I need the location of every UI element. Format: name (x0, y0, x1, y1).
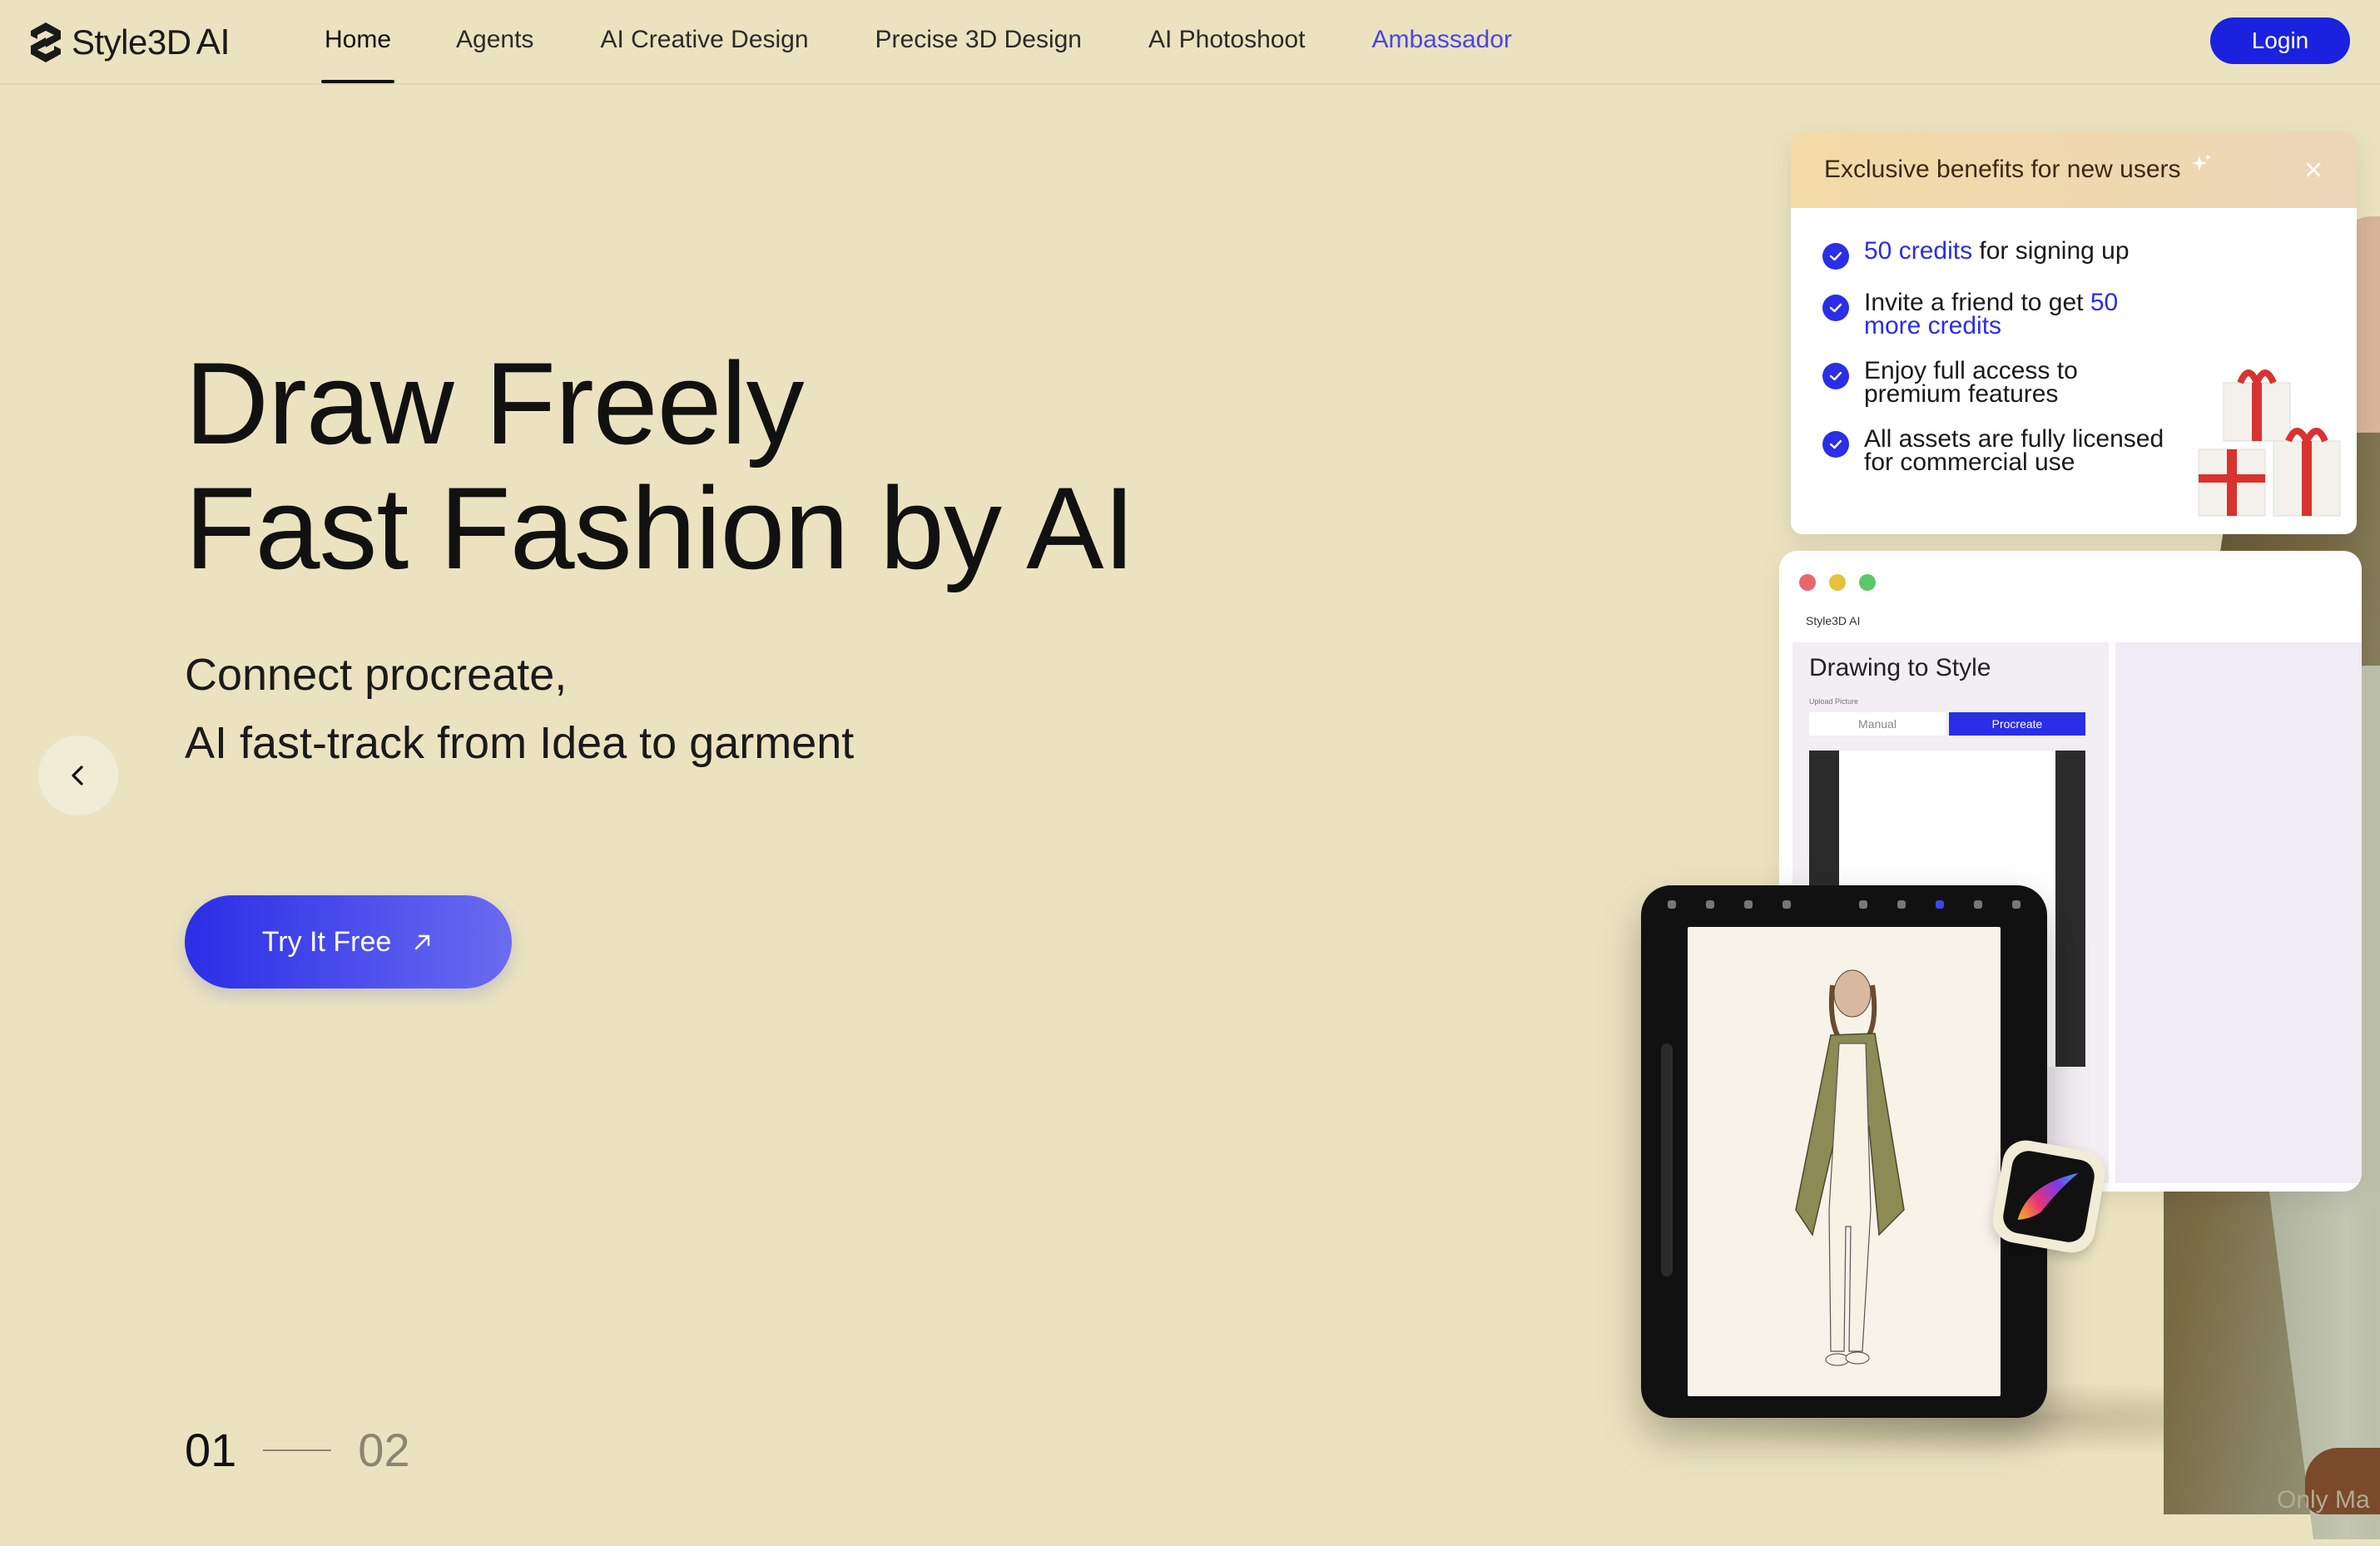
pager-next[interactable]: 02 (358, 1423, 409, 1477)
top-bar: Style3D AI Home Agents AI Creative Design… (0, 0, 2380, 85)
nav-precise-3d-design[interactable]: Precise 3D Design (875, 0, 1082, 85)
pager-divider (263, 1449, 332, 1451)
check-icon (1822, 295, 1849, 321)
check-icon (1822, 243, 1849, 270)
previous-slide-button[interactable] (38, 736, 118, 815)
benefit-item: All assets are fully licensed for commer… (1822, 425, 2180, 476)
benefit-text: 50 credits for signing up (1864, 237, 2130, 265)
try-it-free-label: Try It Free (261, 925, 392, 958)
procreate-app-icon (1989, 1137, 2109, 1256)
app-logo: Style3D AI (1806, 614, 1861, 627)
fashion-sketch (1795, 969, 1905, 1366)
window-minimize-dot (1829, 574, 1846, 591)
hero-title-line-2: Fast Fashion by AI (185, 463, 1135, 593)
app-right-panel (2115, 642, 2362, 1183)
app-heading: Drawing to Style (1809, 654, 1991, 681)
logo-mark-icon (31, 22, 61, 62)
nav-home[interactable]: Home (320, 0, 395, 85)
login-button[interactable]: Login (2210, 17, 2350, 64)
gift-icon (2198, 369, 2341, 517)
page: Style3D AI Home Agents AI Creative Design… (0, 0, 2380, 1546)
tablet-toolbar (1668, 900, 2021, 914)
pager-current[interactable]: 01 (185, 1423, 236, 1477)
footer-hint-text: Only Ma (2277, 1486, 2370, 1514)
logo[interactable]: Style3D AI (28, 18, 231, 67)
sparkle-icon (2191, 154, 2211, 171)
procreate-logo-glyph (2017, 1172, 2079, 1220)
benefit-text: Invite a friend to get 50 more credits (1864, 289, 2119, 339)
app-tabs: Manual Procreate (1809, 712, 2085, 736)
hero-subtitle-line-1: Connect procreate, (185, 650, 568, 700)
benefit-item: 50 credits for signing up (1822, 237, 2180, 270)
benefit-list: 50 credits for signing up Invite a frien… (1822, 237, 2180, 496)
tablet-side-tools (1661, 1043, 1673, 1276)
slide-pager: 01 02 (185, 1423, 410, 1477)
new-user-benefits-popup: Exclusive benefits for new users 50 cred… (1791, 131, 2357, 534)
tablet-mockup (1641, 885, 2047, 1418)
check-icon (1822, 363, 1849, 389)
arrow-up-right-icon (415, 934, 430, 950)
window-maximize-dot (1859, 574, 1876, 591)
nav-ai-photoshoot[interactable]: AI Photoshoot (1148, 0, 1305, 85)
chevron-left-icon (72, 766, 83, 785)
tablet-canvas (1688, 927, 2001, 1396)
close-icon[interactable] (2300, 156, 2327, 183)
app-upload-label: Upload Picture (1809, 697, 1859, 706)
benefit-item: Invite a friend to get 50 more credits (1822, 289, 2180, 339)
benefits-title: Exclusive benefits for new users (1824, 156, 2181, 183)
benefit-item: Enjoy full access to premium features (1822, 357, 2180, 408)
nav-ambassador[interactable]: Ambassador (1371, 0, 1511, 85)
benefits-header: Exclusive benefits for new users (1791, 131, 2357, 208)
hero-title: Draw Freely Fast Fashion by AI (185, 338, 1135, 593)
hero-subtitle: Connect procreate, AI fast-track from Id… (185, 641, 854, 777)
main-nav: Home Agents AI Creative Design Precise 3… (320, 0, 1512, 85)
app-tab-procreate: Procreate (1949, 712, 2085, 736)
nav-ai-creative-design[interactable]: AI Creative Design (600, 0, 808, 85)
try-it-free-button[interactable]: Try It Free (185, 895, 512, 989)
check-icon (1822, 431, 1849, 458)
window-close-dot (1799, 574, 1816, 591)
hero-subtitle-line-2: AI fast-track from Idea to garment (185, 718, 855, 768)
app-tab-manual: Manual (1809, 712, 1946, 736)
logo-text: Style3D AI (72, 22, 231, 62)
benefit-text: Enjoy full access to premium features (1864, 357, 2078, 408)
window-dots (1799, 574, 1876, 591)
nav-agents[interactable]: Agents (456, 0, 533, 85)
hero-title-line-1: Draw Freely (185, 338, 805, 468)
preview-bar-right (2055, 751, 2085, 1067)
benefit-text: All assets are fully licensed for commer… (1864, 425, 2164, 476)
